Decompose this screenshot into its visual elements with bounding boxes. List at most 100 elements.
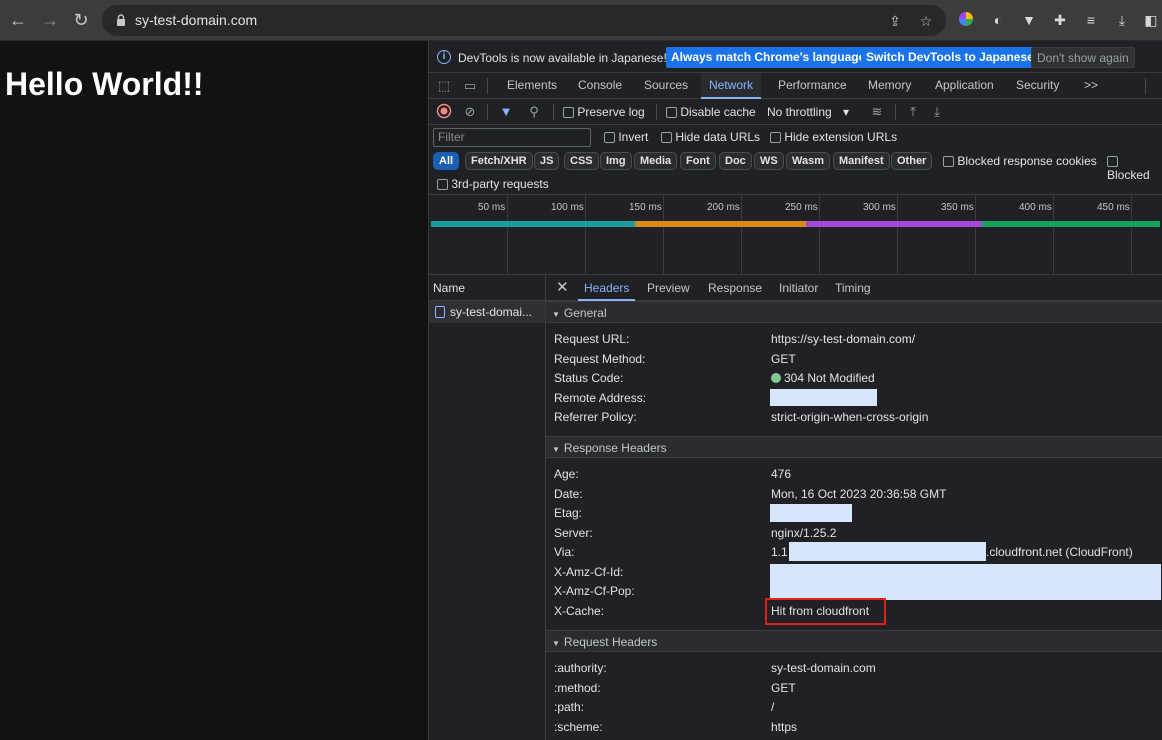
extension-circle-icon[interactable]: ◐ <box>989 11 1007 29</box>
tab-sources[interactable]: Sources <box>636 73 696 99</box>
timeline-bar-dom <box>635 221 806 227</box>
tick-label: 100 ms <box>551 202 584 213</box>
puzzle-icon[interactable]: ✚ <box>1051 11 1069 29</box>
header-key: Date: <box>554 487 583 501</box>
tab-timing[interactable]: Timing <box>829 275 877 301</box>
disable-cache-checkbox[interactable]: Disable cache <box>666 105 756 119</box>
request-headers-section-header[interactable]: ▼ Request Headers <box>546 630 1162 652</box>
download-har-icon[interactable]: ⤓ <box>928 103 946 121</box>
type-other-chip[interactable]: Other <box>891 152 933 170</box>
header-value: .cloudfront.net (CloudFront) <box>986 545 1133 559</box>
search-icon[interactable]: ⚲ <box>525 103 543 121</box>
extension-v-icon[interactable]: ▼ <box>1020 11 1038 29</box>
type-doc-chip[interactable]: Doc <box>719 152 752 170</box>
tab-network[interactable]: Network <box>701 73 762 99</box>
timeline-tick <box>507 195 508 275</box>
tick-label: 50 ms <box>478 202 506 213</box>
hide-extension-urls-checkbox[interactable]: Hide extension URLs <box>770 130 897 144</box>
network-timeline[interactable]: 50 ms 100 ms 150 ms 200 ms 250 ms 300 ms… <box>429 195 1162 275</box>
timeline-tick <box>819 195 820 275</box>
tab-preview[interactable]: Preview <box>641 275 696 301</box>
dont-show-again-button[interactable]: Don't show again <box>1031 47 1135 68</box>
request-row[interactable]: sy-test-domai... <box>429 301 545 323</box>
general-section-header[interactable]: ▼ General <box>546 301 1162 323</box>
type-all-chip[interactable]: All <box>433 152 460 170</box>
type-ws-chip[interactable]: WS <box>754 152 784 170</box>
invert-checkbox[interactable]: Invert <box>604 130 648 144</box>
tab-security[interactable]: Security <box>1008 73 1067 99</box>
forward-icon[interactable]: → <box>40 10 60 30</box>
timeline-tick <box>663 195 664 275</box>
header-value: / <box>771 700 775 714</box>
filter-input[interactable]: Filter <box>433 128 591 147</box>
download-icon[interactable]: ⤓ <box>1113 11 1131 29</box>
status-dot-icon <box>771 373 781 383</box>
back-icon[interactable]: ← <box>8 10 28 30</box>
header-key: X-Amz-Cf-Id: <box>554 565 624 579</box>
divider <box>487 78 488 94</box>
reload-icon[interactable]: ↻ <box>71 10 91 30</box>
type-img-chip[interactable]: Img <box>600 152 632 170</box>
extension-color-icon[interactable] <box>957 11 975 29</box>
header-key: Referrer Policy: <box>554 410 637 424</box>
header-value: GET <box>771 681 796 695</box>
type-wasm-chip[interactable]: Wasm <box>786 152 830 170</box>
share-icon[interactable]: ⇪ <box>886 12 904 30</box>
match-language-button[interactable]: Always match Chrome's language <box>666 47 871 68</box>
hide-data-urls-checkbox[interactable]: Hide data URLs <box>661 130 760 144</box>
clear-icon[interactable]: ⊘ <box>461 103 479 121</box>
type-fetch-chip[interactable]: Fetch/XHR <box>465 152 533 170</box>
type-manifest-chip[interactable]: Manifest <box>833 152 890 170</box>
header-key: Request URL: <box>554 332 630 346</box>
inspect-element-icon[interactable]: ⬚ <box>435 77 453 95</box>
tab-application[interactable]: Application <box>927 73 1002 99</box>
type-js-chip[interactable]: JS <box>534 152 560 170</box>
address-bar[interactable]: sy-test-domain.com ⇪ ☆ <box>102 5 946 36</box>
type-media-chip[interactable]: Media <box>634 152 678 170</box>
header-key: X-Amz-Cf-Pop: <box>554 584 635 598</box>
header-value: GET <box>771 352 796 366</box>
header-key: Etag: <box>554 506 583 520</box>
switch-japanese-button[interactable]: Switch DevTools to Japanese <box>861 47 1039 68</box>
timeline-tick <box>741 195 742 275</box>
tab-initiator[interactable]: Initiator <box>773 275 824 301</box>
filter-icon[interactable]: ▼ <box>497 103 515 121</box>
header-key: Status Code: <box>554 371 624 385</box>
close-icon[interactable]: ✕ <box>550 275 575 301</box>
tab-response[interactable]: Response <box>702 275 768 301</box>
response-headers-section-header[interactable]: ▼ Response Headers <box>546 436 1162 458</box>
media-icon[interactable]: ≡ <box>1082 11 1100 29</box>
more-tabs-button[interactable]: >> <box>1076 73 1106 99</box>
record-icon[interactable] <box>435 103 453 121</box>
type-font-chip[interactable]: Font <box>680 152 716 170</box>
document-icon <box>435 306 445 318</box>
tab-elements[interactable]: Elements <box>499 73 565 99</box>
lock-icon[interactable] <box>114 13 128 27</box>
url-text[interactable]: sy-test-domain.com <box>135 12 257 28</box>
tick-label: 300 ms <box>863 202 896 213</box>
tab-memory[interactable]: Memory <box>860 73 919 99</box>
devtools-tabbar: ⬚ ▭ Elements Console Sources Network Per… <box>429 73 1162 99</box>
blocked-cookies-checkbox[interactable]: Blocked response cookies <box>943 154 1097 168</box>
redacted-value <box>770 389 877 406</box>
sidepanel-icon[interactable]: ◧ <box>1142 11 1160 29</box>
tab-performance[interactable]: Performance <box>770 73 855 99</box>
network-conditions-icon[interactable]: ≋ <box>868 103 886 121</box>
device-toolbar-icon[interactable]: ▭ <box>461 77 479 95</box>
tab-headers[interactable]: Headers <box>578 275 636 301</box>
header-key: X-Cache: <box>554 604 605 618</box>
timeline-bar-waiting <box>431 221 635 227</box>
upload-icon[interactable]: ⤒ <box>904 103 922 121</box>
name-column-header[interactable]: Name <box>429 275 545 301</box>
throttling-select[interactable]: No throttling ▾ <box>767 105 849 119</box>
header-key: :path: <box>554 700 585 714</box>
preserve-log-checkbox[interactable]: Preserve log <box>563 105 645 119</box>
timeline-tick <box>1131 195 1132 275</box>
header-value: https <box>771 720 798 734</box>
info-icon: i <box>437 50 451 64</box>
star-icon[interactable]: ☆ <box>917 12 935 30</box>
type-css-chip[interactable]: CSS <box>564 152 599 170</box>
tab-console[interactable]: Console <box>570 73 630 99</box>
timeline-tick <box>585 195 586 275</box>
third-party-checkbox[interactable]: 3rd-party requests <box>437 177 549 191</box>
